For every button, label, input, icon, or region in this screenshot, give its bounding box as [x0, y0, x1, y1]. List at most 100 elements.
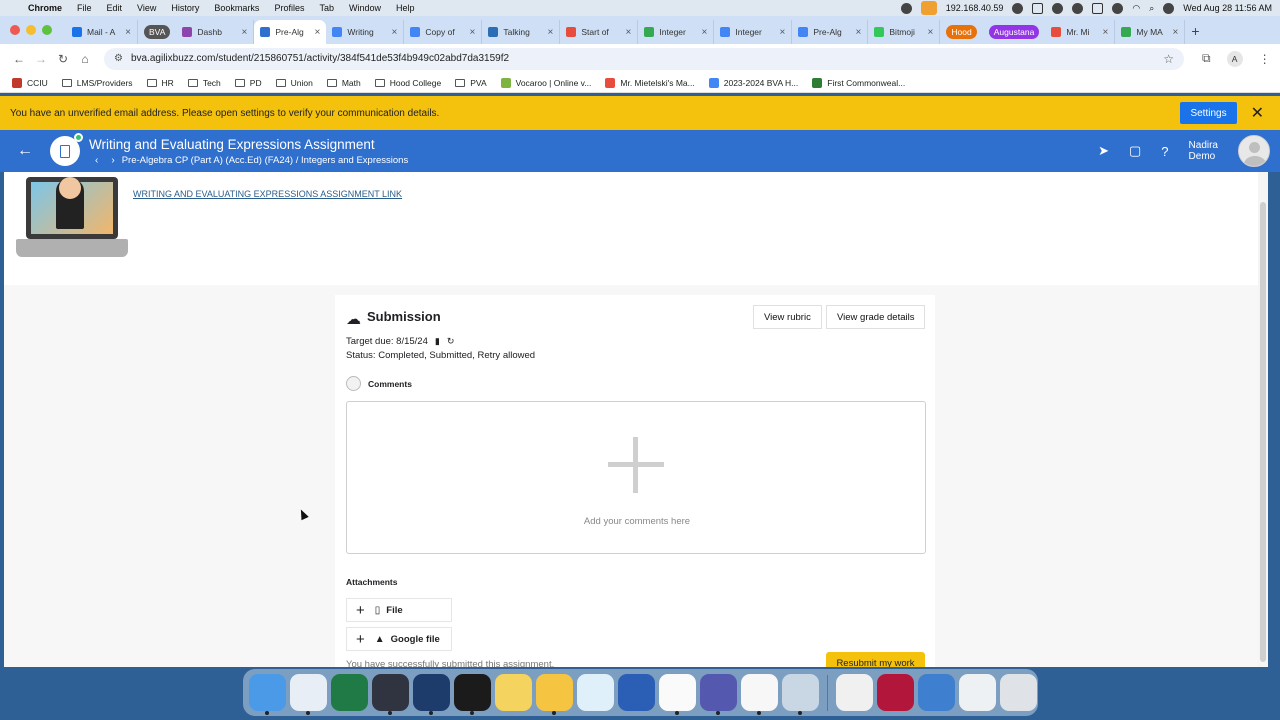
menu-bookmarks[interactable]: Bookmarks — [214, 3, 259, 13]
tab-close-icon[interactable]: × — [922, 27, 934, 38]
scrollbar[interactable] — [1258, 172, 1268, 667]
tab-close-icon[interactable]: × — [309, 27, 321, 38]
previous-chevron-icon[interactable]: ‹ — [95, 155, 98, 166]
tab-start-of[interactable]: Start of × — [560, 20, 639, 44]
tab-group-augustana[interactable]: Augustana — [988, 25, 1040, 39]
bookmark-star-icon[interactable]: ☆ — [1163, 52, 1174, 66]
resubmit-button[interactable]: Resubmit my work — [826, 652, 925, 667]
menu-view[interactable]: View — [137, 3, 156, 13]
tab-close-icon[interactable]: × — [464, 27, 476, 38]
next-chevron-icon[interactable]: › — [111, 155, 114, 166]
chrome-menu-icon[interactable]: ⋮ — [1259, 52, 1271, 66]
bookmark-folder-pd[interactable]: PD — [234, 78, 262, 88]
bookmark-cciu[interactable]: CCIU — [12, 77, 48, 88]
word-icon[interactable] — [618, 674, 655, 711]
window-icon[interactable] — [959, 674, 996, 711]
menu-file[interactable]: File — [77, 3, 92, 13]
tab-close-icon[interactable]: × — [774, 27, 786, 38]
tab-pre-algebra-2[interactable]: Pre-Alg × — [792, 20, 869, 44]
sync-status-icon[interactable] — [1052, 2, 1064, 14]
back-arrow-icon[interactable]: ← — [0, 142, 50, 160]
clock[interactable]: Wed Aug 28 11:56 AM — [1183, 3, 1272, 13]
menu-window[interactable]: Window — [349, 3, 381, 13]
send-icon[interactable]: ➤ — [1098, 143, 1109, 159]
bookmark-bva-h[interactable]: 2023-2024 BVA H... — [708, 77, 798, 88]
maximize-window-icon[interactable] — [42, 25, 52, 35]
tab-writing[interactable]: Writing × — [326, 20, 405, 44]
close-icon[interactable]: ✕ — [1251, 103, 1264, 123]
tab-mr-mi[interactable]: Mr. Mi × — [1045, 20, 1116, 44]
menu-history[interactable]: History — [171, 3, 199, 13]
bookmark-folder-hood[interactable]: Hood College — [374, 78, 441, 88]
tab-bitmoji[interactable]: Bitmoji × — [868, 20, 941, 44]
user-name[interactable]: Nadira Demo — [1189, 140, 1218, 162]
back-arrow-icon[interactable]: ← — [8, 52, 30, 66]
bookmark-folder-hr[interactable]: HR — [146, 78, 174, 88]
tab-close-icon[interactable]: × — [850, 27, 862, 38]
globe-icon[interactable] — [918, 674, 955, 711]
extensions-icon[interactable]: ⧉ — [1202, 51, 1211, 66]
settings-button[interactable]: Settings — [1180, 102, 1237, 124]
microphone-icon[interactable] — [920, 1, 937, 15]
comments-input[interactable]: Add your comments here — [346, 401, 926, 554]
spotlight-icon[interactable]: ⌕ — [1149, 3, 1154, 14]
menu-tab[interactable]: Tab — [319, 3, 334, 13]
menu-help[interactable]: Help — [396, 3, 415, 13]
camera-icon[interactable] — [536, 674, 573, 715]
trash-icon[interactable] — [1000, 674, 1037, 711]
screencast-icon[interactable] — [372, 674, 409, 715]
installer-icon[interactable] — [836, 674, 873, 711]
red-app-icon[interactable] — [877, 674, 914, 711]
minimize-window-icon[interactable] — [26, 25, 36, 35]
tab-close-icon[interactable]: × — [386, 27, 398, 38]
excel-icon[interactable] — [331, 674, 368, 711]
bookmark-folder-tech[interactable]: Tech — [187, 78, 221, 88]
tab-integer-1[interactable]: Integer × — [638, 20, 715, 44]
menu-app-name[interactable]: Chrome — [28, 3, 62, 13]
flashcard-app-icon[interactable] — [659, 674, 696, 715]
phone-icon[interactable] — [413, 674, 450, 715]
display-status-icon[interactable] — [1092, 2, 1104, 14]
view-rubric-button[interactable]: View rubric — [753, 305, 822, 329]
tab-close-icon[interactable]: × — [1097, 27, 1109, 38]
add-file-button[interactable]: + ▯ File — [346, 598, 452, 622]
view-grade-details-button[interactable]: View grade details — [826, 305, 926, 329]
tab-talking[interactable]: Talking × — [482, 20, 561, 44]
control-center-icon[interactable] — [1163, 2, 1175, 14]
chrome-icon[interactable] — [290, 674, 327, 715]
tab-group-bva[interactable]: BVA — [144, 25, 171, 39]
avatar[interactable] — [1238, 135, 1270, 167]
spreadsheet-app-icon[interactable] — [454, 674, 491, 715]
notes-icon[interactable] — [495, 674, 532, 711]
url-bar[interactable]: ⚙ bva.agilixbuzz.com/student/215860751/a… — [104, 47, 1184, 70]
tab-pre-algebra-active[interactable]: Pre-Alg × — [254, 20, 327, 44]
notes-icon[interactable]: ▢ — [1129, 143, 1141, 159]
bookmark-vocaroo[interactable]: Vocaroo | Online v... — [500, 77, 591, 88]
settings-status-icon[interactable] — [1012, 2, 1024, 14]
menu-edit[interactable]: Edit — [107, 3, 123, 13]
menu-profiles[interactable]: Profiles — [274, 3, 304, 13]
add-google-file-button[interactable]: + ▲ Google file — [346, 627, 452, 651]
reload-icon[interactable]: ↻ — [52, 52, 74, 66]
tab-close-icon[interactable]: × — [542, 27, 554, 38]
breadcrumb[interactable]: Pre-Algebra CP (Part A) (Acc.Ed) (FA24) … — [122, 155, 409, 166]
shield-status-icon[interactable] — [1072, 2, 1084, 14]
site-info-icon[interactable]: ⚙ — [114, 53, 123, 64]
bookmark-first-commonwealth[interactable]: First Commonweal... — [812, 77, 905, 88]
add-icon[interactable] — [608, 437, 664, 493]
tab-group-hood[interactable]: Hood — [946, 25, 977, 39]
tab-dashboard[interactable]: Dashb × — [176, 20, 255, 44]
bookmark-folder-lms[interactable]: LMS/Providers — [61, 78, 133, 88]
tab-close-icon[interactable]: × — [236, 27, 248, 38]
home-icon[interactable]: ⌂ — [74, 52, 96, 66]
bluetooth-status-icon[interactable] — [1112, 2, 1124, 14]
bookmark-folder-pva[interactable]: PVA — [455, 78, 487, 88]
screen-status-icon[interactable] — [1032, 2, 1044, 14]
acrobat-icon[interactable] — [741, 674, 778, 715]
refresh-app-icon[interactable] — [577, 674, 614, 711]
record-status-icon[interactable] — [900, 2, 912, 14]
profile-avatar[interactable]: A — [1226, 50, 1243, 67]
finder-icon[interactable] — [249, 674, 286, 715]
scrollbar-thumb[interactable] — [1260, 202, 1266, 662]
tab-close-icon[interactable]: × — [696, 27, 708, 38]
